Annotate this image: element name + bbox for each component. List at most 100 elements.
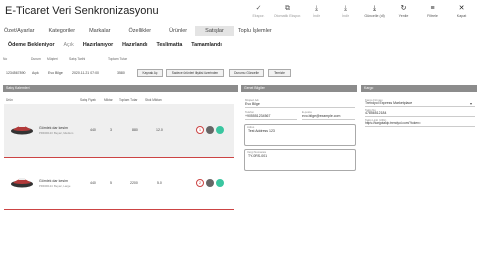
toolbar-button[interactable]: ⤓ İndir xyxy=(331,5,360,18)
panel-title: Satış Kalemleri xyxy=(3,85,238,92)
toolbar-button[interactable]: ↻ Yenile xyxy=(389,5,418,18)
status-tab[interactable]: Teslimatta xyxy=(156,42,182,48)
update-status-button[interactable]: Durumu Güncelle xyxy=(229,69,264,77)
product-thumbnail xyxy=(11,178,33,188)
product-code: PRD00123 xyxy=(39,131,53,135)
sales-status-tabs: Ödeme Bekleniyor Açık Hazırlanıyor Hazırlan… xyxy=(8,42,231,48)
toolbar-button[interactable]: ⤓ Güncelle (dl) xyxy=(360,5,389,18)
panel-title: Genel Bilgiler xyxy=(241,85,357,92)
download-icon: ⤓ xyxy=(314,5,319,12)
column-quantity: Miktar xyxy=(104,98,113,102)
confirm-icon[interactable] xyxy=(216,126,224,134)
filter-headers: No Durum Müşteri Satış Tarihi Toplam Tut… xyxy=(0,57,480,62)
clear-button[interactable]: Temizle xyxy=(268,69,291,77)
product-thumbnail xyxy=(11,125,33,135)
status-tab[interactable]: Hazırlandı xyxy=(122,42,147,48)
column-total: Toplam Tutar xyxy=(119,98,138,102)
panel-title: Kargo xyxy=(361,85,477,92)
filter-icon: ≡ xyxy=(430,5,435,12)
close-icon: ✕ xyxy=(458,5,465,12)
column-product: Ürün xyxy=(6,98,13,102)
product-qty: 3 xyxy=(110,128,112,132)
column-stock: Stok Miktarı xyxy=(145,98,162,102)
field-underline xyxy=(245,107,355,108)
product-price: 440 xyxy=(90,128,96,132)
status-tab[interactable]: Ödeme Bekleniyor xyxy=(8,42,55,48)
customer-name-field[interactable]: Evo Bilge xyxy=(245,102,260,106)
tab-item[interactable]: Özet/Ayarlar xyxy=(0,26,38,36)
product-badge-icon[interactable]: 2 xyxy=(196,179,204,187)
toolbar-button[interactable]: ✓ Ekspor. xyxy=(244,5,273,18)
app-title: E-Ticaret Veri Senkronizasyonu xyxy=(5,5,159,17)
refresh-icon: ↻ xyxy=(400,5,407,12)
product-name: Gömlek dar kesim xyxy=(39,126,68,130)
tab-item[interactable]: Toplu İşlemler xyxy=(234,26,276,36)
toolbar-button-label: Ekspor. xyxy=(252,14,265,18)
toolbar-button[interactable]: ✕ Kapat xyxy=(447,5,476,18)
toolbar-button-label: İndir xyxy=(342,14,349,18)
tax-value: TY-0RS-001 xyxy=(248,154,268,158)
toolbar-button-label: Güncelle (dl) xyxy=(364,14,385,18)
header-total: Toplam Tutar xyxy=(108,57,128,61)
tab-item[interactable]: Kategoriler xyxy=(44,26,79,36)
toolbar-button-label: Yenile xyxy=(398,14,409,18)
edit-icon[interactable] xyxy=(206,126,214,134)
download-icon: ⤓ xyxy=(343,5,348,12)
status-tab[interactable]: Tamamlandı xyxy=(191,42,222,48)
tracking-field[interactable]: 47856512184 xyxy=(365,111,386,115)
cargo-panel: Kargo xyxy=(361,85,477,135)
copy-icon: ⧉ xyxy=(285,5,290,12)
tab-item[interactable]: Satışlar xyxy=(195,26,234,36)
email-field[interactable]: evo.bilge@example.com xyxy=(302,114,340,118)
tab-item[interactable]: Markalar xyxy=(85,26,114,36)
field-underline xyxy=(245,119,297,120)
address-value: Test Address 123 xyxy=(248,129,275,133)
order-summary-row: 1234567890 Açık Evo Bilge 2020.11.21 07:… xyxy=(0,69,480,77)
product-price: 440 xyxy=(90,181,96,185)
product-total: 880 xyxy=(132,128,138,132)
product-stock: 5.0 xyxy=(157,181,162,185)
phone-field[interactable]: +905551234567 xyxy=(245,114,270,118)
order-status: Açık xyxy=(32,71,39,75)
status-tab[interactable]: Açık xyxy=(64,42,74,48)
header-status: Durum xyxy=(31,57,41,61)
field-underline xyxy=(365,116,475,117)
address-textarea[interactable] xyxy=(244,124,356,146)
product-badge-icon[interactable]: 1 xyxy=(196,126,204,134)
product-variant: Beyaz, Medium xyxy=(54,131,74,135)
column-price: Satış Fiyatı xyxy=(80,98,96,102)
product-relation-button[interactable]: Sadece ürünleri ilişkisi üzerinden xyxy=(166,69,224,77)
tracking-url-field[interactable]: https://kargotakip.trendyol.com/?token= xyxy=(365,121,421,125)
order-no: 1234567890 xyxy=(6,71,26,75)
row-divider xyxy=(4,157,234,158)
toolbar-button-label: Kapat xyxy=(456,14,467,18)
toolbar-button[interactable]: ⧉ Otomatik Ekspor. xyxy=(273,5,302,18)
header-date: Satış Tarihi xyxy=(69,57,86,61)
product-qty: 5 xyxy=(110,181,112,185)
product-name: Gömlek dar kesim xyxy=(39,179,68,183)
check-icon: ✓ xyxy=(255,5,262,12)
field-underline xyxy=(365,126,475,127)
toolbar-button[interactable]: ≡ Filtrele xyxy=(418,5,447,18)
open-source-button[interactable]: Kaynak Aç xyxy=(137,69,163,77)
order-date: 2020.11.21 07:00 xyxy=(72,71,99,75)
order-total: 3580 xyxy=(117,71,125,75)
main-tabs: Özet/Ayarlar Kategoriler Markalar Özellikle… xyxy=(0,26,480,36)
product-stock: 12.0 xyxy=(156,128,163,132)
header-customer: Müşteri xyxy=(47,57,58,61)
tab-item[interactable]: Ürünler xyxy=(165,26,191,36)
product-total: 2200 xyxy=(130,181,138,185)
field-underline xyxy=(302,119,355,120)
edit-icon[interactable] xyxy=(206,179,214,187)
product-code: PRD00124 xyxy=(39,184,53,188)
tab-item[interactable]: Özellikler xyxy=(124,26,155,36)
cargo-company-select[interactable]: Trendyol Express Marketplace xyxy=(365,101,412,105)
row-divider xyxy=(4,209,234,210)
header-no: No xyxy=(3,57,8,61)
toolbar-button-label: Otomatik Ekspor. xyxy=(273,14,302,18)
confirm-icon[interactable] xyxy=(216,179,224,187)
status-tab[interactable]: Hazırlanıyor xyxy=(83,42,113,48)
toolbar-button-label: Filtrele xyxy=(427,14,438,18)
product-variant: Beyaz, Large xyxy=(54,184,71,188)
toolbar-button[interactable]: ⤓ İndir xyxy=(302,5,331,18)
